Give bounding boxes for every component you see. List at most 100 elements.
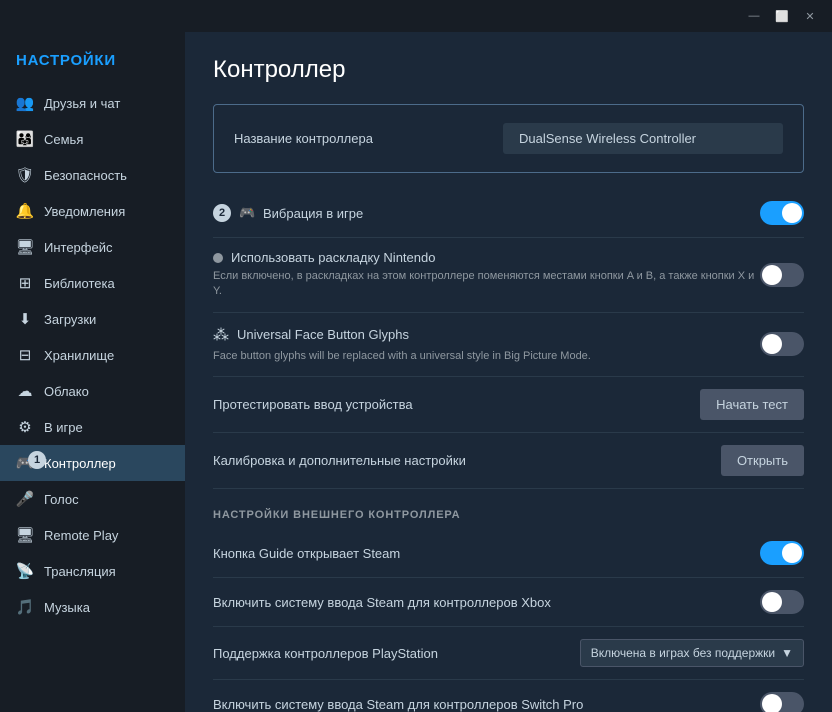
sidebar-item-label: Облако — [44, 384, 89, 399]
sidebar-item-label: Трансляция — [44, 564, 116, 579]
music-icon: 🎵 — [16, 598, 34, 616]
calibration-label: Калибровка и дополнительные настройки — [213, 453, 466, 468]
nintendo-toggle[interactable] — [760, 263, 804, 287]
sidebar-item-remoteplay[interactable]: 🖥 Remote Play — [0, 517, 185, 553]
storage-icon: ⊟ — [16, 346, 34, 364]
sidebar-item-interface[interactable]: 🖥 Интерфейс — [0, 229, 185, 265]
sidebar-item-label: Уведомления — [44, 204, 125, 219]
sidebar-item-label: Контроллер — [44, 456, 116, 471]
facebutton-desc: Face button glyphs will be replaced with… — [213, 349, 760, 364]
setting-left-vibration: 2 🎮 Вибрация в игре — [213, 204, 760, 222]
vibration-toggle[interactable] — [760, 201, 804, 225]
facebutton-toggle[interactable] — [760, 332, 804, 356]
gamepad-icon: 🎮 — [239, 205, 255, 221]
mic-icon: 🎤 — [16, 490, 34, 508]
sidebar-item-downloads[interactable]: ⬇ Загрузки — [0, 301, 185, 337]
sidebar-item-label: Голос — [44, 492, 79, 507]
setting-label-facebutton: ⁂ Universal Face Button Glyphs — [213, 325, 760, 345]
sidebar-item-library[interactable]: ⊞ Библиотека — [0, 265, 185, 301]
download-icon: ⬇ — [16, 310, 34, 328]
setting-left-facebutton: ⁂ Universal Face Button Glyphs Face butt… — [213, 325, 760, 364]
minimize-button[interactable]: — — [740, 5, 768, 27]
playstation-label: Поддержка контроллеров PlayStation — [213, 646, 438, 661]
switchpro-label: Включить систему ввода Steam для контрол… — [213, 697, 583, 712]
playstation-dropdown-value: Включена в играх без поддержки — [591, 646, 775, 660]
toggle-knob — [782, 203, 802, 223]
vibration-badge: 2 — [213, 204, 231, 222]
sidebar-item-label: Хранилище — [44, 348, 114, 363]
page-title: Контроллер — [213, 56, 804, 84]
setting-row-switchpro: Включить систему ввода Steam для контрол… — [213, 680, 804, 712]
sidebar-item-notifications[interactable]: 🔔 Уведомления — [0, 193, 185, 229]
setting-row-testinput: Протестировать ввод устройства Начать те… — [213, 377, 804, 433]
shield-icon: 🛡 — [16, 166, 34, 184]
testinput-label: Протестировать ввод устройства — [213, 397, 413, 412]
sidebar-item-voice[interactable]: 🎤 Голос — [0, 481, 185, 517]
guide-label: Кнопка Guide открывает Steam — [213, 546, 400, 561]
restore-button[interactable]: ⬜ — [768, 5, 796, 27]
sidebar-item-friends[interactable]: 👥 Друзья и чат — [0, 85, 185, 121]
sidebar-item-cloud[interactable]: ☁ Облако — [0, 373, 185, 409]
playstation-dropdown[interactable]: Включена в играх без поддержки ▼ — [580, 639, 804, 667]
sidebar-item-label: Семья — [44, 132, 83, 147]
controller-name-value: DualSense Wireless Controller — [503, 123, 783, 154]
guide-toggle[interactable] — [760, 541, 804, 565]
close-button[interactable]: ✕ — [796, 5, 824, 27]
dot-icon-nintendo — [213, 253, 223, 263]
start-test-button[interactable]: Начать тест — [700, 389, 804, 420]
nintendo-desc: Если включено, в раскладках на этом конт… — [213, 269, 760, 300]
open-calibration-button[interactable]: Открыть — [721, 445, 804, 476]
gear-icon: ⚙ — [16, 418, 34, 436]
badge-1: 1 — [28, 451, 46, 469]
titlebar: — ⬜ ✕ — [0, 0, 832, 32]
vibration-label: Вибрация в игре — [263, 206, 363, 221]
toggle-knob — [762, 592, 782, 612]
family-icon: 👨‍👩‍👧 — [16, 130, 34, 148]
controller-name-label: Название контроллера — [234, 131, 373, 146]
setting-row-facebutton: ⁂ Universal Face Button Glyphs Face butt… — [213, 313, 804, 377]
main-content: Контроллер Название контроллера DualSens… — [185, 32, 832, 712]
external-section-header: НАСТРОЙКИ ВНЕШНЕГО КОНТРОЛЛЕРА — [213, 509, 804, 521]
sidebar-item-music[interactable]: 🎵 Музыка — [0, 589, 185, 625]
switchpro-toggle[interactable] — [760, 692, 804, 712]
sidebar-item-label: Remote Play — [44, 528, 118, 543]
sidebar-item-family[interactable]: 👨‍👩‍👧 Семья — [0, 121, 185, 157]
sidebar-item-broadcast[interactable]: 📡 Трансляция — [0, 553, 185, 589]
remoteplay-icon: 🖥 — [16, 526, 34, 544]
setting-row-xbox: Включить систему ввода Steam для контрол… — [213, 578, 804, 627]
setting-row-playstation: Поддержка контроллеров PlayStation Включ… — [213, 627, 804, 680]
xbox-toggle[interactable] — [760, 590, 804, 614]
sidebar-item-label: Музыка — [44, 600, 90, 615]
sidebar-item-label: Безопасность — [44, 168, 127, 183]
toggle-knob — [762, 334, 782, 354]
sidebar-item-label: Друзья и чат — [44, 96, 120, 111]
bell-icon: 🔔 — [16, 202, 34, 220]
library-icon: ⊞ — [16, 274, 34, 292]
broadcast-icon: 📡 — [16, 562, 34, 580]
setting-row-guide: Кнопка Guide открывает Steam — [213, 529, 804, 578]
sidebar: НАСТРОЙКИ 👥 Друзья и чат 👨‍👩‍👧 Семья 🛡 Б… — [0, 32, 185, 712]
sidebar-item-controller[interactable]: 🎮 Контроллер 1 — [0, 445, 185, 481]
toggle-knob — [782, 543, 802, 563]
setting-label-vibration: 2 🎮 Вибрация в игре — [213, 204, 760, 222]
toggle-knob — [762, 265, 782, 285]
sidebar-item-label: Библиотека — [44, 276, 115, 291]
setting-label-nintendo: Использовать раскладку Nintendo — [213, 250, 760, 265]
setting-row-vibration: 2 🎮 Вибрация в игре — [213, 189, 804, 238]
chevron-down-icon: ▼ — [781, 646, 793, 660]
sidebar-item-ingame[interactable]: ⚙ В игре — [0, 409, 185, 445]
friends-icon: 👥 — [16, 94, 34, 112]
sidebar-item-label: В игре — [44, 420, 83, 435]
cloud-icon: ☁ — [16, 382, 34, 400]
setting-row-nintendo: Использовать раскладку Nintendo Если вкл… — [213, 238, 804, 313]
sidebar-item-security[interactable]: 🛡 Безопасность — [0, 157, 185, 193]
xbox-label: Включить систему ввода Steam для контрол… — [213, 595, 551, 610]
facebutton-label: Universal Face Button Glyphs — [237, 327, 409, 342]
toggle-knob — [762, 694, 782, 712]
app-body: НАСТРОЙКИ 👥 Друзья и чат 👨‍👩‍👧 Семья 🛡 Б… — [0, 32, 832, 712]
sidebar-item-storage[interactable]: ⊟ Хранилище — [0, 337, 185, 373]
setting-row-calibration: Калибровка и дополнительные настройки От… — [213, 433, 804, 489]
controller-name-box: Название контроллера DualSense Wireless … — [213, 104, 804, 173]
setting-left-nintendo: Использовать раскладку Nintendo Если вкл… — [213, 250, 760, 300]
nintendo-label: Использовать раскладку Nintendo — [231, 250, 435, 265]
